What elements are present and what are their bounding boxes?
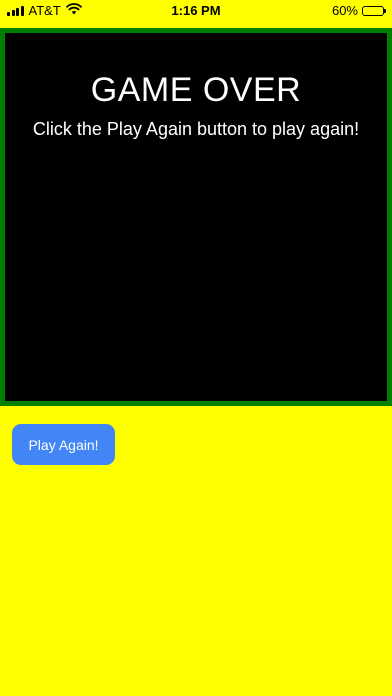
battery-percent: 60% (331, 3, 358, 18)
play-again-button[interactable]: Play Again! (12, 424, 115, 465)
status-bar: AT&T 1:16 PM 60% (0, 0, 392, 22)
game-over-message: Click the Play Again button to play agai… (32, 119, 360, 139)
status-right: 60% (331, 3, 386, 18)
battery-icon (362, 5, 386, 16)
game-canvas[interactable]: GAME OVER Click the Play Again button to… (0, 28, 392, 406)
game-over-title: GAME OVER (90, 71, 302, 109)
